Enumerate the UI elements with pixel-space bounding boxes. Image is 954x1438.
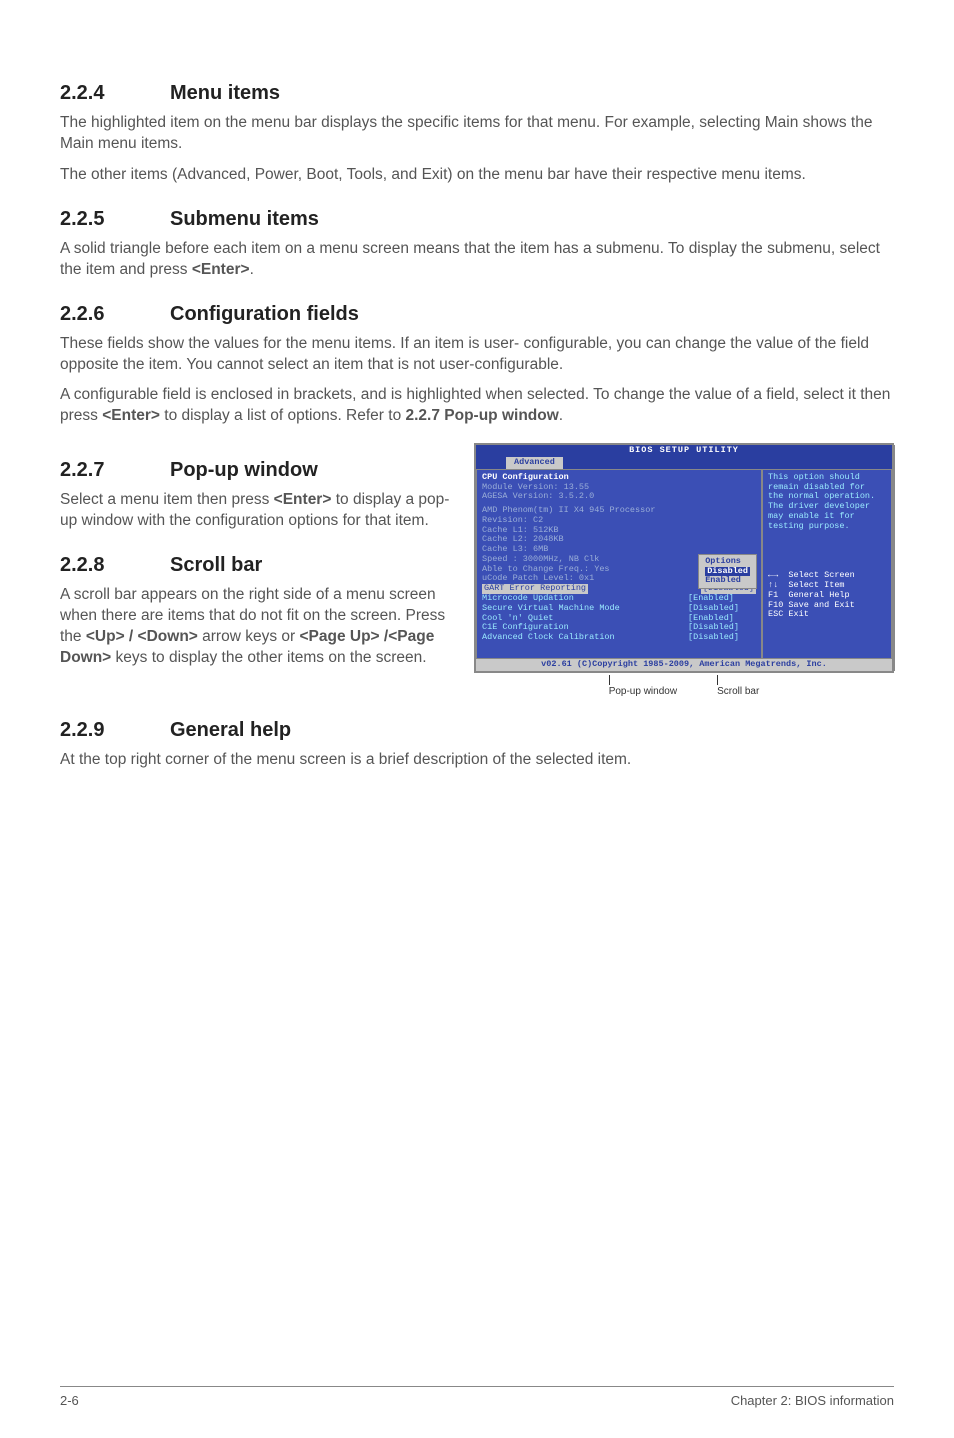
para-226-2: A configurable field is enclosed in brac… bbox=[60, 385, 894, 427]
figure-label-popup: Pop-up window bbox=[609, 675, 677, 697]
bios-tab-advanced[interactable]: Advanced bbox=[506, 457, 563, 469]
heading-224: 2.2.4Menu items bbox=[60, 82, 894, 105]
key-name: ESC bbox=[768, 609, 783, 619]
heading-228: 2.2.8Scroll bar bbox=[60, 554, 454, 577]
para-228-1: A scroll bar appears on the right side o… bbox=[60, 585, 454, 669]
two-column-section: 2.2.7Pop-up window Select a menu item th… bbox=[60, 437, 894, 696]
heading-title: Submenu items bbox=[170, 208, 319, 230]
ref-popup: 2.2.7 Pop-up window bbox=[406, 407, 559, 424]
bios-footer: v02.61 (C)Copyright 1985-2009, American … bbox=[476, 659, 892, 671]
bios-row-val: [Disabled] bbox=[688, 633, 756, 643]
text: keys to display the other items on the s… bbox=[111, 649, 426, 666]
bios-figure: BIOS SETUP UTILITY Advanced CPU Configur… bbox=[474, 443, 894, 696]
bios-agesa-version: AGESA Version: 3.5.2.0 bbox=[482, 492, 756, 502]
label-text: Scroll bar bbox=[717, 686, 759, 697]
para-227-1: Select a menu item then press <Enter> to… bbox=[60, 490, 454, 532]
bios-keys: ←→ Select Screen ↑↓ Select Item F1 Gener… bbox=[768, 571, 886, 620]
bios-right-pane: This option should remain disabled for t… bbox=[762, 469, 892, 659]
text: . bbox=[559, 407, 563, 424]
para-224-2: The other items (Advanced, Power, Boot, … bbox=[60, 165, 894, 186]
heading-227: 2.2.7Pop-up window bbox=[60, 459, 454, 482]
label-text: Pop-up window bbox=[609, 686, 677, 697]
heading-num: 2.2.7 bbox=[60, 459, 170, 482]
key-updown: <Up> / <Down> bbox=[86, 628, 198, 645]
key-label: Select Screen bbox=[788, 570, 854, 580]
heading-title: General help bbox=[170, 719, 291, 741]
leader-line-icon bbox=[609, 675, 610, 685]
heading-229: 2.2.9General help bbox=[60, 719, 894, 742]
page-footer: 2-6 Chapter 2: BIOS information bbox=[60, 1386, 894, 1408]
heading-226: 2.2.6Configuration fields bbox=[60, 303, 894, 326]
heading-num: 2.2.9 bbox=[60, 719, 170, 742]
key-enter: <Enter> bbox=[102, 407, 160, 424]
key-label: Exit bbox=[788, 609, 808, 619]
right-column: BIOS SETUP UTILITY Advanced CPU Configur… bbox=[474, 437, 894, 696]
heading-num: 2.2.4 bbox=[60, 82, 170, 105]
heading-num: 2.2.6 bbox=[60, 303, 170, 326]
key-name: F10 bbox=[768, 600, 783, 610]
text: to display a list of options. Refer to bbox=[160, 407, 406, 424]
para-225-1: A solid triangle before each item on a m… bbox=[60, 239, 894, 281]
arrows-ud-icon: ↑↓ bbox=[768, 580, 778, 590]
para-229-1: At the top right corner of the menu scre… bbox=[60, 750, 894, 771]
key-enter: <Enter> bbox=[274, 491, 332, 508]
key-label: Save and Exit bbox=[788, 600, 854, 610]
bios-body: CPU Configuration Module Version: 13.55 … bbox=[476, 469, 892, 659]
key-exit: ESC Exit bbox=[768, 610, 886, 620]
text: A solid triangle before each item on a m… bbox=[60, 240, 880, 278]
popup-option-enabled[interactable]: Enabled bbox=[705, 576, 750, 586]
heading-num: 2.2.5 bbox=[60, 208, 170, 231]
bios-window: BIOS SETUP UTILITY Advanced CPU Configur… bbox=[474, 443, 894, 672]
para-226-1: These fields show the values for the men… bbox=[60, 334, 894, 376]
bios-title: BIOS SETUP UTILITY bbox=[476, 445, 892, 457]
heading-num: 2.2.8 bbox=[60, 554, 170, 577]
heading-title: Menu items bbox=[170, 82, 280, 104]
bios-popup[interactable]: Options Disabled Enabled bbox=[698, 554, 757, 589]
figure-label-scrollbar: Scroll bar bbox=[717, 675, 759, 697]
key-enter: <Enter> bbox=[192, 261, 250, 278]
text: Select a menu item then press bbox=[60, 491, 274, 508]
key-label: General Help bbox=[788, 590, 849, 600]
text: arrow keys or bbox=[198, 628, 300, 645]
bios-tabbar: Advanced bbox=[476, 457, 892, 469]
arrows-lr-icon: ←→ bbox=[768, 570, 778, 580]
page: 2.2.4Menu items The highlighted item on … bbox=[0, 0, 954, 1438]
key-label: Select Item bbox=[788, 580, 844, 590]
help-line: testing purpose. bbox=[768, 522, 886, 532]
para-224-1: The highlighted item on the menu bar dis… bbox=[60, 113, 894, 155]
figure-labels: Pop-up window Scroll bar bbox=[474, 675, 894, 697]
text: . bbox=[250, 261, 254, 278]
bios-left-pane: CPU Configuration Module Version: 13.55 … bbox=[476, 469, 762, 659]
leader-line-icon bbox=[717, 675, 718, 685]
heading-title: Pop-up window bbox=[170, 459, 318, 481]
bios-row-label: Advanced Clock Calibration bbox=[482, 633, 688, 643]
chapter-label: Chapter 2: BIOS information bbox=[731, 1393, 894, 1408]
heading-225: 2.2.5Submenu items bbox=[60, 208, 894, 231]
heading-title: Scroll bar bbox=[170, 554, 262, 576]
bios-scrollbar[interactable] bbox=[892, 445, 895, 670]
key-name: F1 bbox=[768, 590, 778, 600]
heading-title: Configuration fields bbox=[170, 303, 359, 325]
bios-row-acc[interactable]: Advanced Clock Calibration[Disabled] bbox=[482, 633, 756, 643]
page-number: 2-6 bbox=[60, 1393, 79, 1408]
left-column: 2.2.7Pop-up window Select a menu item th… bbox=[60, 437, 454, 679]
